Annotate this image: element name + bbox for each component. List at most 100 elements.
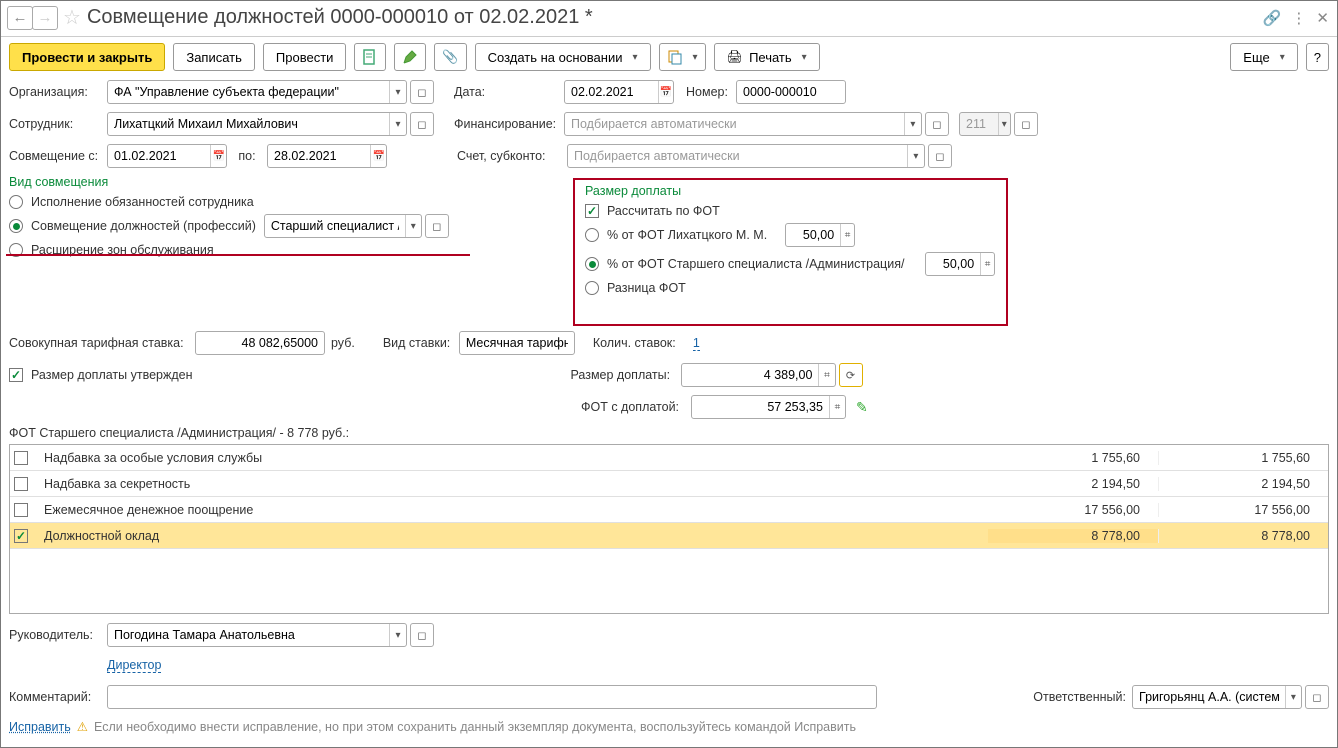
chevron-down-icon[interactable]: ▾ (405, 215, 421, 237)
rate-count-label: Колич. ставок: (593, 336, 693, 350)
approved-checkbox[interactable] (9, 368, 23, 382)
row-checkbox[interactable] (14, 451, 28, 465)
approved-label: Размер доплаты утвержден (31, 368, 193, 382)
red-underline (6, 254, 470, 256)
radio-diff[interactable]: Разница ФОТ (585, 281, 996, 295)
doc-icon-button[interactable] (354, 43, 386, 71)
open-icon[interactable]: ◻ (410, 80, 434, 104)
calc-icon[interactable]: ⌗ (818, 364, 834, 386)
payment-size-group: Размер доплаты Рассчитать по ФОТ % от ФО… (573, 178, 1008, 326)
chevron-down-icon[interactable]: ▾ (389, 81, 406, 103)
date-field[interactable]: 📅 (564, 80, 674, 104)
open-icon[interactable]: ◻ (425, 214, 449, 238)
row-checkbox[interactable] (14, 503, 28, 517)
payment-amount-field[interactable]: ⌗ (681, 363, 836, 387)
pencil-icon[interactable]: ✎ (856, 399, 868, 416)
open-icon[interactable]: ◻ (928, 144, 952, 168)
open-icon[interactable]: ◻ (1014, 112, 1038, 136)
copy-icon-button[interactable] (659, 43, 706, 71)
help-button[interactable]: ? (1306, 43, 1329, 71)
menu-dots-icon[interactable]: ⋮ (1291, 9, 1306, 27)
more-button[interactable]: Еще (1230, 43, 1297, 71)
aggregate-rate-label: Совокупная тарифная ставка: (9, 336, 195, 350)
fot-table[interactable]: Надбавка за особые условия службы1 755,6… (9, 444, 1329, 614)
refresh-button[interactable]: ⟳ (839, 363, 863, 387)
chevron-down-icon[interactable]: ▾ (389, 624, 406, 646)
comment-label: Комментарий: (9, 690, 107, 704)
fin-code-field: ▾ (959, 112, 1011, 136)
row-value-1: 8 778,00 (988, 529, 1158, 543)
rate-count-link[interactable]: 1 (693, 336, 700, 351)
nav-back[interactable]: ← (7, 6, 33, 30)
row-checkbox[interactable] (14, 529, 28, 543)
chevron-down-icon[interactable]: ▾ (904, 113, 921, 135)
favorite-star-icon[interactable]: ☆ (63, 5, 81, 30)
post-and-close-button[interactable]: Провести и закрыть (9, 43, 165, 71)
fix-note: Если необходимо внести исправление, но п… (94, 720, 856, 734)
org-field[interactable]: ▾ (107, 80, 407, 104)
calc-icon[interactable]: ⌗ (829, 396, 845, 418)
post-button[interactable]: Провести (263, 43, 347, 71)
calendar-icon[interactable]: 📅 (658, 81, 673, 103)
nav-forward[interactable]: → (32, 6, 58, 30)
financing-field[interactable]: ▾ (564, 112, 922, 136)
row-value-2: 1 755,60 (1158, 451, 1328, 465)
open-icon[interactable]: ◻ (410, 112, 434, 136)
table-row[interactable]: Должностной оклад8 778,008 778,00 (10, 523, 1328, 549)
calc-icon[interactable]: ⌗ (840, 224, 854, 246)
close-icon[interactable]: ✕ (1316, 9, 1329, 27)
table-row[interactable]: Ежемесячное денежное поощрение17 556,001… (10, 497, 1328, 523)
org-label: Организация: (9, 85, 107, 99)
open-icon[interactable]: ◻ (925, 112, 949, 136)
radio-combine[interactable]: Совмещение должностей (профессий) ▾ ◻ (9, 214, 479, 238)
row-value-2: 8 778,00 (1158, 529, 1328, 543)
fot-total-field[interactable]: ⌗ (691, 395, 846, 419)
radio-pct-position[interactable]: % от ФОТ Старшего специалиста /Администр… (585, 252, 996, 276)
calendar-icon[interactable]: 📅 (370, 145, 386, 167)
save-button[interactable]: Записать (173, 43, 255, 71)
fot-total-label: ФОТ с доплатой: (581, 400, 691, 414)
table-row[interactable]: Надбавка за особые условия службы1 755,6… (10, 445, 1328, 471)
row-name: Должностной оклад (40, 529, 988, 543)
account-field[interactable]: ▾ (567, 144, 925, 168)
calc-fot-checkbox[interactable]: Рассчитать по ФОТ (585, 204, 996, 218)
employee-label: Сотрудник: (9, 117, 107, 131)
row-name: Надбавка за секретность (40, 477, 988, 491)
responsible-field[interactable]: ▾ (1132, 685, 1302, 709)
chevron-down-icon[interactable]: ▾ (907, 145, 924, 167)
radio-duties[interactable]: Исполнение обязанностей сотрудника (9, 195, 479, 209)
position-field[interactable]: ▾ (264, 214, 422, 238)
date-label: Дата: (454, 85, 564, 99)
employee-field[interactable]: ▾ (107, 112, 407, 136)
create-based-button[interactable]: Создать на основании (475, 43, 651, 71)
to-label: по: (227, 149, 267, 163)
warning-icon: ⚠ (77, 719, 88, 734)
comment-field[interactable] (107, 685, 877, 709)
chevron-down-icon[interactable]: ▾ (1285, 686, 1301, 708)
attach-icon-button[interactable]: 📎 (434, 43, 466, 71)
combine-from-label: Совмещение с: (9, 149, 107, 163)
pencil-icon-button[interactable] (394, 43, 426, 71)
manager-title-link[interactable]: Директор (107, 658, 161, 673)
open-icon[interactable]: ◻ (1305, 685, 1329, 709)
fix-link[interactable]: Исправить (9, 720, 71, 734)
date-from-field[interactable]: 📅 (107, 144, 227, 168)
chevron-down-icon[interactable]: ▾ (389, 113, 406, 135)
open-icon[interactable]: ◻ (410, 623, 434, 647)
date-to-field[interactable]: 📅 (267, 144, 387, 168)
table-row[interactable]: Надбавка за секретность2 194,502 194,50 (10, 471, 1328, 497)
row-value-2: 2 194,50 (1158, 477, 1328, 491)
chevron-down-icon[interactable]: ▾ (998, 113, 1010, 135)
rate-type-field[interactable] (459, 331, 575, 355)
radio-pct-employee[interactable]: % от ФОТ Лихатцкого М. М. ⌗ (585, 223, 996, 247)
row-checkbox[interactable] (14, 477, 28, 491)
aggregate-rate-field[interactable] (195, 331, 325, 355)
calendar-icon[interactable]: 📅 (210, 145, 226, 167)
payment-amount-label: Размер доплаты: (571, 368, 681, 382)
link-icon[interactable]: 🔗 (1263, 9, 1282, 27)
manager-field[interactable]: ▾ (107, 623, 407, 647)
number-field[interactable] (736, 80, 846, 104)
calc-icon[interactable]: ⌗ (980, 253, 994, 275)
print-button[interactable]: 🖨 Печать (714, 43, 820, 71)
payment-size-title: Размер доплаты (585, 184, 996, 198)
